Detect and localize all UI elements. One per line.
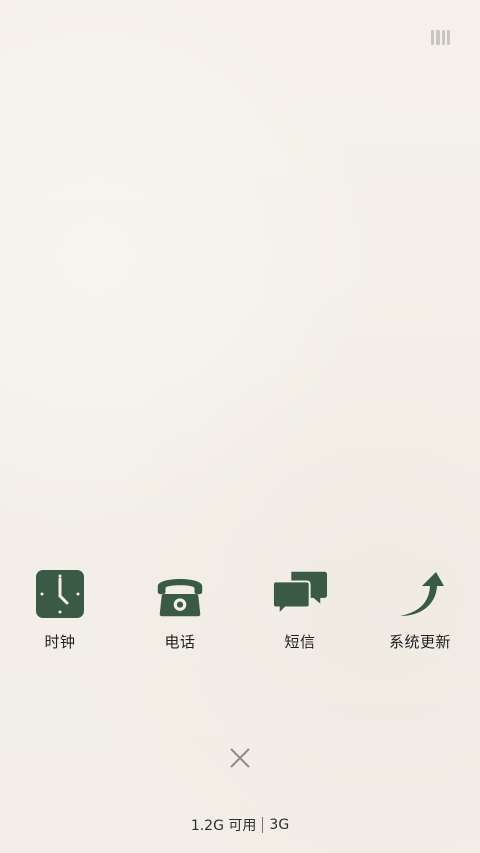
app-system-update[interactable]: 系统更新 bbox=[360, 566, 480, 652]
layout-bar-4 bbox=[446, 30, 450, 45]
phone-icon[interactable] bbox=[152, 566, 208, 622]
close-icon bbox=[230, 748, 250, 768]
app-clock[interactable]: 时钟 bbox=[0, 566, 120, 652]
recent-apps-layout-icon[interactable] bbox=[431, 30, 450, 45]
memory-status: 1.2G 可用 3G bbox=[0, 815, 480, 835]
app-messages[interactable]: 短信 bbox=[240, 566, 360, 652]
app-label-clock: 时钟 bbox=[44, 633, 76, 651]
app-label-messages: 短信 bbox=[284, 633, 316, 651]
update-arrow-icon[interactable] bbox=[392, 566, 448, 622]
wallpaper bbox=[0, 0, 480, 853]
memory-available: 1.2G 可用 bbox=[190, 818, 257, 834]
memory-total: 3G bbox=[269, 817, 290, 833]
memory-divider bbox=[262, 817, 264, 833]
clear-all-button[interactable] bbox=[226, 744, 254, 772]
layout-bar-3 bbox=[441, 30, 445, 45]
layout-bar-2 bbox=[436, 30, 440, 45]
recent-apps-row: 时钟 电话 短信 系统更新 bbox=[0, 566, 480, 652]
app-label-system-update: 系统更新 bbox=[388, 633, 451, 651]
app-label-phone: 电话 bbox=[164, 633, 196, 651]
layout-bar-1 bbox=[431, 30, 435, 45]
clock-icon[interactable] bbox=[32, 566, 88, 622]
app-phone[interactable]: 电话 bbox=[120, 566, 240, 652]
message-icon[interactable] bbox=[272, 566, 328, 622]
